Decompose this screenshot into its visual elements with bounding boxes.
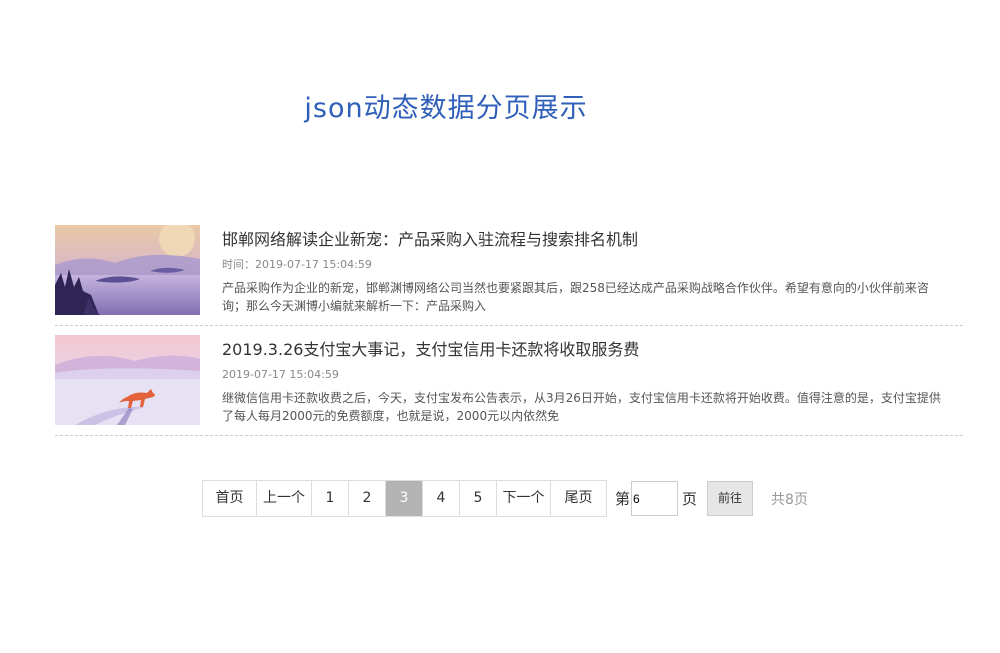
page-4-button[interactable]: 4	[423, 481, 460, 516]
pagination: 首页 上一个 1 2 3 4 5 下一个 尾页 第 页 前往 共8页	[202, 480, 808, 517]
page-2-button[interactable]: 2	[349, 481, 386, 516]
news-summary: 产品采购作为企业的新宠，邯郸渊博网络公司当然也要紧跟其后，跟258已经达成产品采…	[222, 281, 929, 313]
news-time: 2019-07-17 15:04:59	[222, 368, 339, 381]
first-page-button[interactable]: 首页	[203, 481, 257, 516]
news-item[interactable]: 2019.3.26支付宝大事记，支付宝信用卡还款将收取服务费 2019-07-1…	[55, 335, 963, 436]
news-title[interactable]: 邯郸网络解读企业新宠：产品采购入驻流程与搜索排名机制	[222, 225, 941, 255]
page-3-button[interactable]: 3	[386, 481, 423, 516]
last-page-button[interactable]: 尾页	[551, 481, 606, 516]
news-item[interactable]: 邯郸网络解读企业新宠：产品采购入驻流程与搜索排名机制 时间：2019-07-17…	[55, 225, 963, 326]
news-title[interactable]: 2019.3.26支付宝大事记，支付宝信用卡还款将收取服务费	[222, 335, 941, 365]
page-1-button[interactable]: 1	[312, 481, 349, 516]
pagination-buttons: 首页 上一个 1 2 3 4 5 下一个 尾页	[202, 480, 607, 517]
next-page-button[interactable]: 下一个	[497, 481, 551, 516]
page-title: json动态数据分页展示	[304, 93, 588, 124]
jump-suffix: 页	[682, 490, 698, 508]
news-time: 时间：2019-07-17 15:04:59	[222, 258, 372, 271]
fox-thumbnail[interactable]	[55, 335, 200, 425]
page-jump-input[interactable]	[631, 481, 679, 516]
landscape-thumbnail[interactable]	[55, 225, 200, 315]
total-pages: 共8页	[771, 491, 808, 508]
go-button[interactable]: 前往	[707, 481, 754, 516]
prev-page-button[interactable]: 上一个	[257, 481, 312, 516]
page-jump: 第 页	[615, 481, 697, 516]
jump-prefix: 第	[615, 490, 631, 508]
news-summary: 继微信信用卡还款收费之后，今天，支付宝发布公告表示，从3月26日开始，支付宝信用…	[222, 391, 941, 423]
page-5-button[interactable]: 5	[460, 481, 497, 516]
news-list: 邯郸网络解读企业新宠：产品采购入驻流程与搜索排名机制 时间：2019-07-17…	[55, 225, 963, 445]
